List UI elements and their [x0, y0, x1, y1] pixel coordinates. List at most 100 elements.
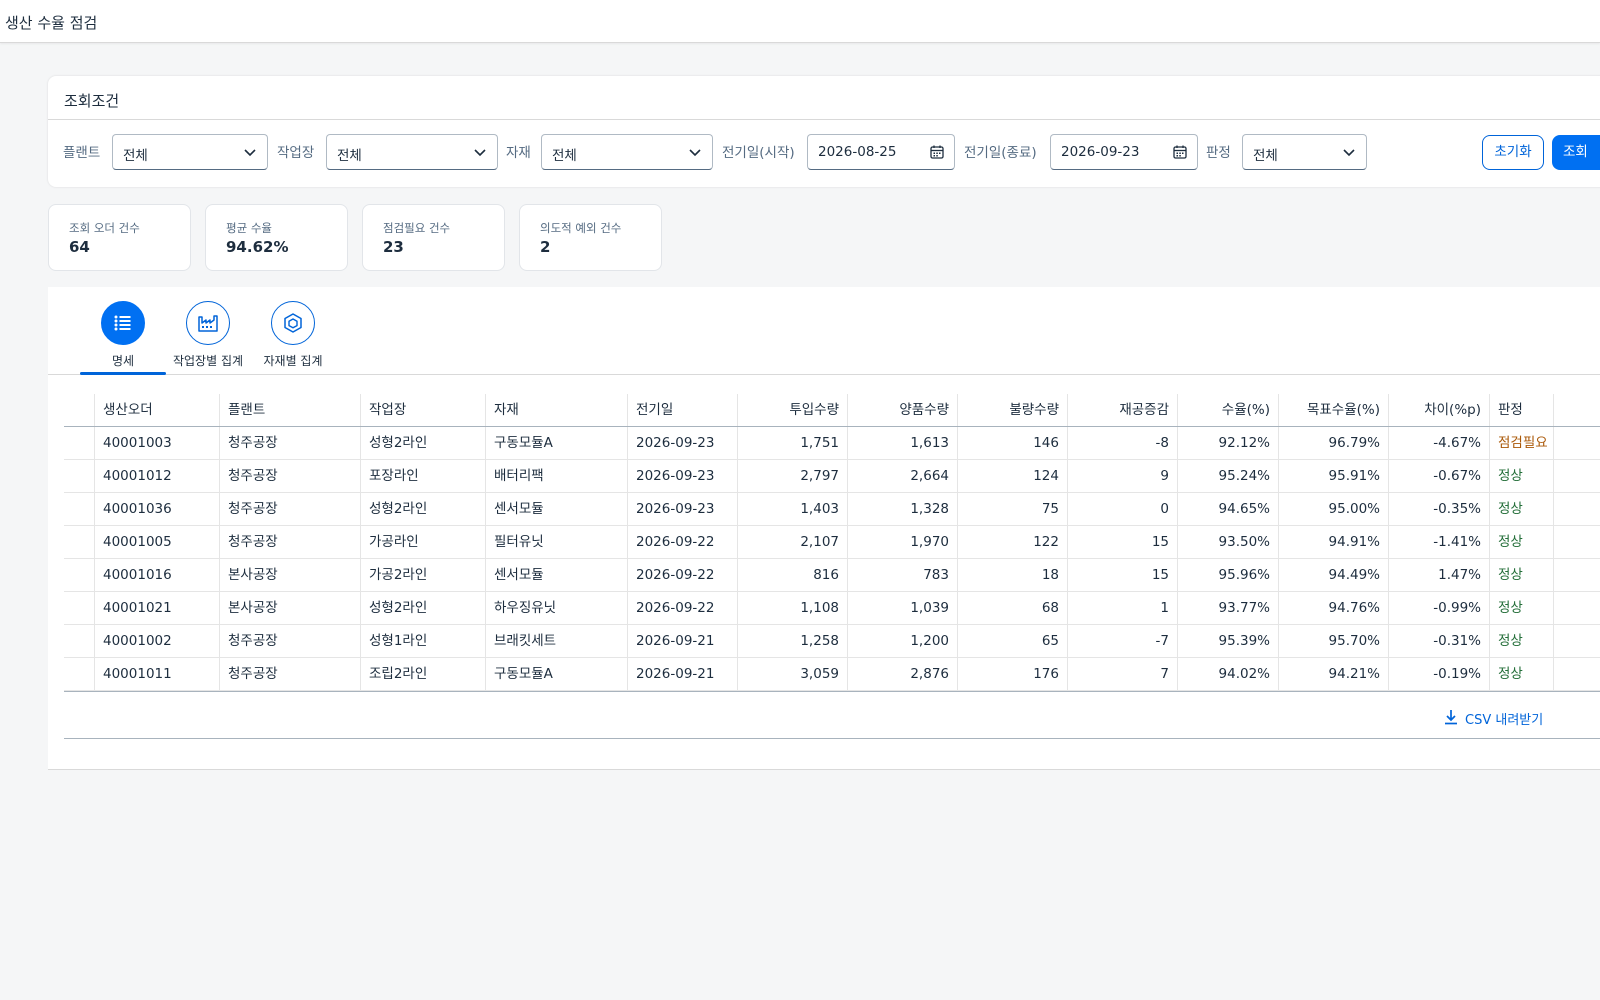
cell-input-qty-col: 2,797: [738, 460, 848, 492]
plant-select[interactable]: 전체: [112, 134, 268, 170]
tab-detail[interactable]: 명세: [77, 301, 169, 375]
row-select-cell[interactable]: [64, 559, 95, 591]
cell-plant-col: 본사공장: [220, 592, 361, 624]
header-cell-input-qty-col[interactable]: 투입수량: [738, 394, 848, 426]
cell-diff-col: -0.31%: [1389, 625, 1490, 657]
cell-material-col: 구동모듈A: [486, 427, 628, 459]
cell-target-yield-col: 94.91%: [1279, 526, 1389, 558]
cell-defect-qty-col: 18: [958, 559, 1068, 591]
yield-table: 생산오더 플랜트 작업장 자재 전기일 투입수량 양품수량 불량수량 재공증감 수율(%) 목표수율…: [64, 394, 1600, 692]
table-row[interactable]: 40001005 청주공장 가공라인 필터유닛 2026-09-22 2,107 1,970…: [64, 526, 1600, 559]
plant-select-value: 전체: [123, 148, 148, 164]
cell-workcenter-col: 성형2라인: [361, 493, 486, 525]
row-select-cell[interactable]: [64, 493, 95, 525]
date-from-value: 2026-08-25: [818, 144, 897, 160]
tab-material-summary[interactable]: 자재별 집계: [247, 301, 339, 375]
header-cell-defect-qty-col[interactable]: 불량수량: [958, 394, 1068, 426]
cell-date-col: 2026-09-23: [628, 493, 738, 525]
material-select[interactable]: 전체: [541, 134, 713, 170]
table-row[interactable]: 40001021 본사공장 성형2라인 하우징유닛 2026-09-22 1,108 1,0…: [64, 592, 1600, 625]
header-cell-material-col[interactable]: 자재: [486, 394, 628, 426]
row-select-cell[interactable]: [64, 460, 95, 492]
header-cell-plant-col[interactable]: 플랜트: [220, 394, 361, 426]
table-row[interactable]: 40001002 청주공장 성형1라인 브래킷세트 2026-09-21 1,258 1,2…: [64, 625, 1600, 658]
calendar-icon[interactable]: [1172, 144, 1188, 160]
cell-workcenter-col: 포장라인: [361, 460, 486, 492]
header-cell-good-qty-col[interactable]: 양품수량: [848, 394, 958, 426]
table-row[interactable]: 40001012 청주공장 포장라인 배터리팩 2026-09-23 2,797 2,664…: [64, 460, 1600, 493]
panel-divider: [64, 738, 1600, 739]
status-text: 점검필요: [1490, 427, 1554, 459]
filter-panel: 조회조건: [48, 76, 1600, 187]
tab-icon-circle: [186, 301, 230, 345]
cell-good-qty-col: 1,328: [848, 493, 958, 525]
tab-label: 명세: [111, 354, 135, 368]
kpi-card-check-needed: 점검필요 건수 23: [362, 204, 505, 271]
date-from-label: 전기일(시작): [722, 145, 795, 161]
cell-date-col: 2026-09-23: [628, 460, 738, 492]
status-text: 정상: [1490, 493, 1554, 525]
cell-input-qty-col: 2,107: [738, 526, 848, 558]
cell-input-qty-col: 1,751: [738, 427, 848, 459]
cell-order-col: 40001002: [95, 625, 220, 657]
header-cell-date-col[interactable]: 전기일: [628, 394, 738, 426]
table-row[interactable]: 40001016 본사공장 가공2라인 센서모듈 2026-09-22 816 783 18 1…: [64, 559, 1600, 592]
cell-diff-col: -0.99%: [1389, 592, 1490, 624]
cell-target-yield-col: 95.70%: [1279, 625, 1389, 657]
cell-defect-qty-col: 124: [958, 460, 1068, 492]
header-cell-wip-change-col[interactable]: 재공증감: [1068, 394, 1178, 426]
row-select-cell[interactable]: [64, 592, 95, 624]
header-cell-diff-col[interactable]: 차이(%p): [1389, 394, 1490, 426]
kpi-value: 64: [69, 238, 90, 256]
cell-diff-col: -0.35%: [1389, 493, 1490, 525]
date-from-input[interactable]: 2026-08-25: [807, 134, 955, 170]
app-title: 생산 수율 점검: [5, 14, 98, 32]
cell-defect-qty-col: 68: [958, 592, 1068, 624]
tab-workcenter-summary[interactable]: 작업장별 집계: [162, 301, 254, 375]
workcenter-select[interactable]: 전체: [326, 134, 498, 170]
calendar-icon[interactable]: [929, 144, 945, 160]
date-to-input[interactable]: 2026-09-23: [1050, 134, 1198, 170]
filter-panel-header: 조회조건: [48, 76, 1600, 120]
material-icon: [284, 313, 302, 333]
kpi-label: 점검필요 건수: [383, 221, 451, 235]
cell-wip-change-col: 15: [1068, 559, 1178, 591]
cell-input-qty-col: 1,108: [738, 592, 848, 624]
kpi-label: 평균 수율: [226, 221, 272, 235]
header-cell-target-yield-col[interactable]: 목표수율(%): [1279, 394, 1389, 426]
search-button[interactable]: 조회: [1552, 135, 1600, 170]
judgement-select[interactable]: 전체: [1242, 134, 1367, 170]
cell-material-col: 센서모듈: [486, 559, 628, 591]
content-panel: 명세 작업장별 집계 자재별 집계 생산오더 플랜트 작업장 자재 전기일 투입수량: [48, 287, 1600, 770]
reset-button[interactable]: 초기화: [1482, 135, 1544, 170]
status-text: 정상: [1490, 559, 1554, 591]
list-icon: [114, 315, 131, 331]
cell-order-col: 40001011: [95, 658, 220, 690]
kpi-value: 2: [540, 238, 551, 256]
cell-workcenter-col: 성형1라인: [361, 625, 486, 657]
row-select-cell[interactable]: [64, 625, 95, 657]
table-row[interactable]: 40001036 청주공장 성형2라인 센서모듈 2026-09-23 1,403 1,32…: [64, 493, 1600, 526]
status-text: 정상: [1490, 592, 1554, 624]
cell-order-col: 40001003: [95, 427, 220, 459]
row-select-cell[interactable]: [64, 427, 95, 459]
cell-material-col: 구동모듈A: [486, 658, 628, 690]
header-cell-judgement-col[interactable]: 판정: [1490, 394, 1554, 426]
cell-defect-qty-col: 65: [958, 625, 1068, 657]
cell-diff-col: -4.67%: [1389, 427, 1490, 459]
table-row[interactable]: 40001011 청주공장 조립2라인 구동모듈A 2026-09-21 3,059 2,8…: [64, 658, 1600, 691]
header-cell-workcenter-col[interactable]: 작업장: [361, 394, 486, 426]
cell-order-col: 40001016: [95, 559, 220, 591]
chevron-down-icon: [244, 149, 256, 157]
table-row[interactable]: 40001003 청주공장 성형2라인 구동모듈A 2026-09-23 1,751 1,6…: [64, 427, 1600, 460]
cell-date-col: 2026-09-22: [628, 526, 738, 558]
header-cell-order-col[interactable]: 생산오더: [95, 394, 220, 426]
row-select-cell[interactable]: [64, 526, 95, 558]
cell-good-qty-col: 1,039: [848, 592, 958, 624]
row-select-cell[interactable]: [64, 658, 95, 690]
header-cell-yield-col[interactable]: 수율(%): [1178, 394, 1279, 426]
cell-order-col: 40001012: [95, 460, 220, 492]
cell-material-col: 필터유닛: [486, 526, 628, 558]
kpi-value: 23: [383, 238, 404, 256]
cell-plant-col: 청주공장: [220, 625, 361, 657]
